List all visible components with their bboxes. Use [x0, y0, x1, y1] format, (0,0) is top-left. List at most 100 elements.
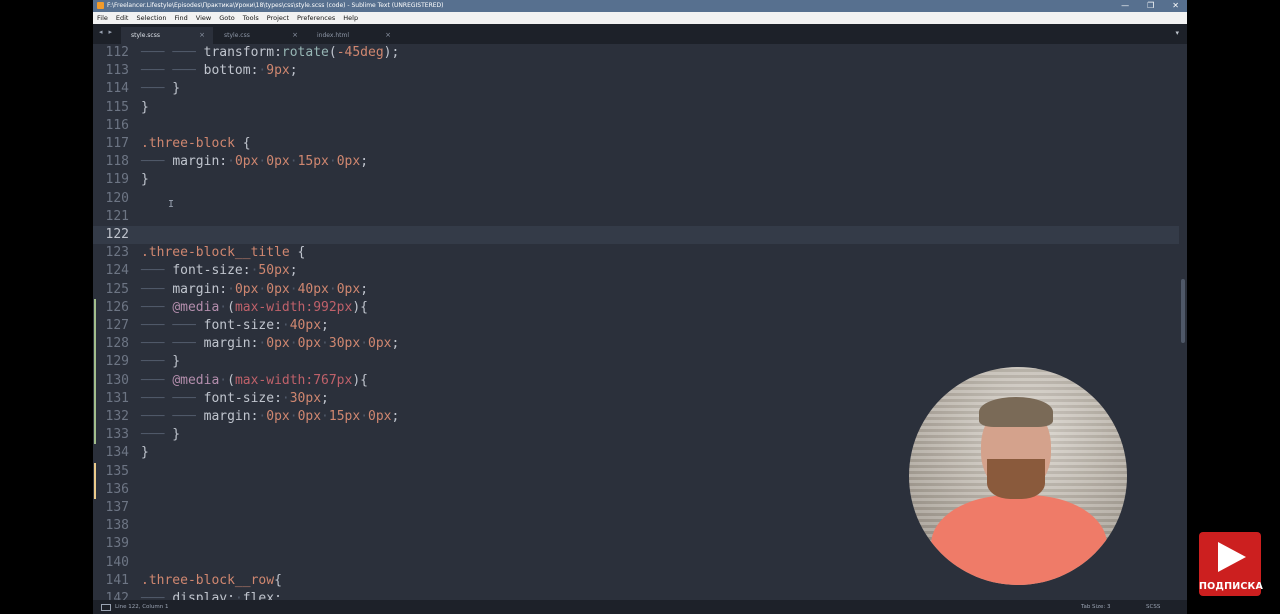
line-number: 126	[105, 299, 129, 315]
syntax-indicator[interactable]: SCSS	[1146, 600, 1160, 614]
tab-style-css[interactable]: style.css ×	[214, 27, 306, 44]
line-number: 132	[105, 409, 129, 424]
code-text: }	[141, 445, 149, 461]
scrollbar-thumb[interactable]	[1181, 279, 1185, 343]
code-text: .three-block__title {	[141, 245, 306, 261]
code-text: ─── ─── font-size:·40px;	[141, 318, 329, 333]
code-text: }	[141, 172, 149, 188]
code-text: ─── }	[141, 354, 181, 370]
line-number: 127	[105, 318, 129, 333]
tab-size-indicator[interactable]: Tab Size: 3	[1081, 600, 1110, 614]
tab-navigation: ◂ ▸	[99, 28, 112, 36]
menu-selection[interactable]: Selection	[136, 12, 166, 24]
line-number: 133	[105, 427, 129, 443]
code-line[interactable]: 124 ─── font-size:·50px;	[93, 262, 1179, 280]
webcam-overlay	[909, 367, 1127, 585]
code-text: ─── margin:·0px·0px·40px·0px;	[141, 281, 369, 297]
line-number: 113	[105, 63, 129, 79]
line-number: 131	[105, 390, 129, 406]
menu-edit[interactable]: Edit	[116, 12, 129, 24]
tab-next-icon[interactable]: ▸	[109, 28, 113, 36]
status-bar: Line 122, Column 1 Tab Size: 3 SCSS	[93, 600, 1187, 614]
line-number: 115	[105, 99, 129, 115]
code-line[interactable]: 123 .three-block__title {	[93, 244, 1179, 262]
tab-index-html[interactable]: index.html ×	[307, 27, 399, 44]
menu-preferences[interactable]: Preferences	[297, 12, 335, 24]
tab-style-scss[interactable]: style.scss ×	[121, 27, 213, 44]
code-line[interactable]: 116	[93, 117, 1179, 135]
code-text: ─── @media·(max-width:767px){	[141, 372, 368, 388]
code-line[interactable]: 142 ─── display:·flex;	[93, 590, 1179, 600]
code-line[interactable]: 119}	[93, 171, 1179, 189]
code-text: ─── ─── bottom:·9px;	[141, 63, 298, 79]
presenter-shirt	[931, 495, 1107, 585]
line-number: 135	[105, 463, 129, 479]
menu-help[interactable]: Help	[343, 12, 358, 24]
line-number: 138	[105, 518, 129, 534]
line-number: 116	[105, 117, 129, 133]
code-line[interactable]: 115}	[93, 99, 1179, 117]
cursor-position: Line 122, Column 1	[115, 604, 169, 610]
maximize-icon[interactable]: ❐	[1147, 0, 1154, 12]
menu-view[interactable]: View	[196, 12, 211, 24]
code-line[interactable]: 114 ─── }	[93, 80, 1179, 98]
panel-toggle-icon[interactable]	[101, 604, 111, 611]
code-line[interactable]: 121	[93, 208, 1179, 226]
code-text: ─── @media·(max-width:992px){	[141, 299, 368, 315]
code-line[interactable]: 117 .three-block {	[93, 135, 1179, 153]
line-number: 134	[105, 445, 129, 461]
tab-prev-icon[interactable]: ◂	[99, 28, 103, 36]
menu-goto[interactable]: Goto	[219, 12, 235, 24]
line-number: 121	[105, 208, 129, 224]
line-number: 128	[105, 336, 129, 352]
tab-close-icon[interactable]: ×	[199, 27, 205, 44]
code-line[interactable]: 125 ─── margin:·0px·0px·40px·0px;	[93, 281, 1179, 299]
tab-list-dropdown-icon[interactable]: ▾	[1175, 29, 1179, 37]
code-text: ─── ─── transform:rotate(-45deg);	[141, 45, 400, 60]
vertical-scrollbar[interactable]	[1181, 44, 1185, 600]
line-number: 136	[105, 481, 129, 497]
code-line[interactable]: 122	[93, 226, 1179, 245]
subscribe-button[interactable]: ПОДПИСКА	[1199, 532, 1263, 596]
line-number: 140	[105, 554, 129, 570]
presenter-beard	[987, 459, 1045, 499]
code-line[interactable]: 127 ─── ─── font-size:·40px;	[93, 317, 1179, 336]
minimize-icon[interactable]: —	[1121, 0, 1129, 12]
line-number: 119	[105, 172, 129, 188]
tab-close-icon[interactable]: ×	[292, 27, 298, 44]
menu-project[interactable]: Project	[267, 12, 289, 24]
code-text: ─── ─── font-size:·30px;	[141, 390, 329, 406]
line-number: 124	[105, 263, 129, 279]
close-icon[interactable]: ✕	[1172, 0, 1179, 12]
code-line[interactable]: 120	[93, 190, 1179, 208]
menu-find[interactable]: Find	[174, 12, 187, 24]
presenter-hair	[979, 397, 1053, 427]
line-number: 129	[105, 354, 129, 370]
code-line[interactable]: 112 ─── ─── transform:rotate(-45deg);	[93, 44, 1179, 62]
tab-label: style.css	[224, 32, 250, 39]
play-icon	[1218, 542, 1246, 572]
menu-tools[interactable]: Tools	[243, 12, 259, 24]
code-line[interactable]: 126 ─── @media·(max-width:992px){	[93, 298, 1179, 317]
line-number: 123	[105, 245, 129, 261]
code-text: ─── ─── margin:·0px·0px·30px·0px;	[141, 336, 400, 352]
tab-label: style.scss	[131, 32, 160, 39]
tab-close-icon[interactable]: ×	[385, 27, 391, 44]
tab-label: index.html	[317, 32, 349, 39]
line-number: 125	[105, 281, 129, 297]
window-controls: — ❐ ✕	[1121, 0, 1179, 12]
menu-file[interactable]: File	[97, 12, 108, 24]
code-text: ─── display:·flex;	[141, 591, 282, 600]
code-text: ─── }	[141, 427, 181, 443]
code-text: ─── }	[141, 81, 181, 97]
code-line[interactable]: 128 ─── ─── margin:·0px·0px·30px·0px;	[93, 335, 1179, 354]
window-title: F:\Freelancer.Lifestyle\Episodes\Практик…	[107, 2, 444, 9]
code-line[interactable]: 118 ─── margin:·0px·0px·15px·0px;	[93, 153, 1179, 171]
line-number: 139	[105, 536, 129, 552]
code-text: ─── font-size:·50px;	[141, 263, 298, 279]
code-line[interactable]: 113 ─── ─── bottom:·9px;	[93, 62, 1179, 80]
line-number: 137	[105, 500, 129, 515]
code-text: ─── margin:·0px·0px·15px·0px;	[141, 154, 369, 170]
line-number: 122	[105, 227, 129, 242]
line-number: 120	[105, 190, 129, 206]
